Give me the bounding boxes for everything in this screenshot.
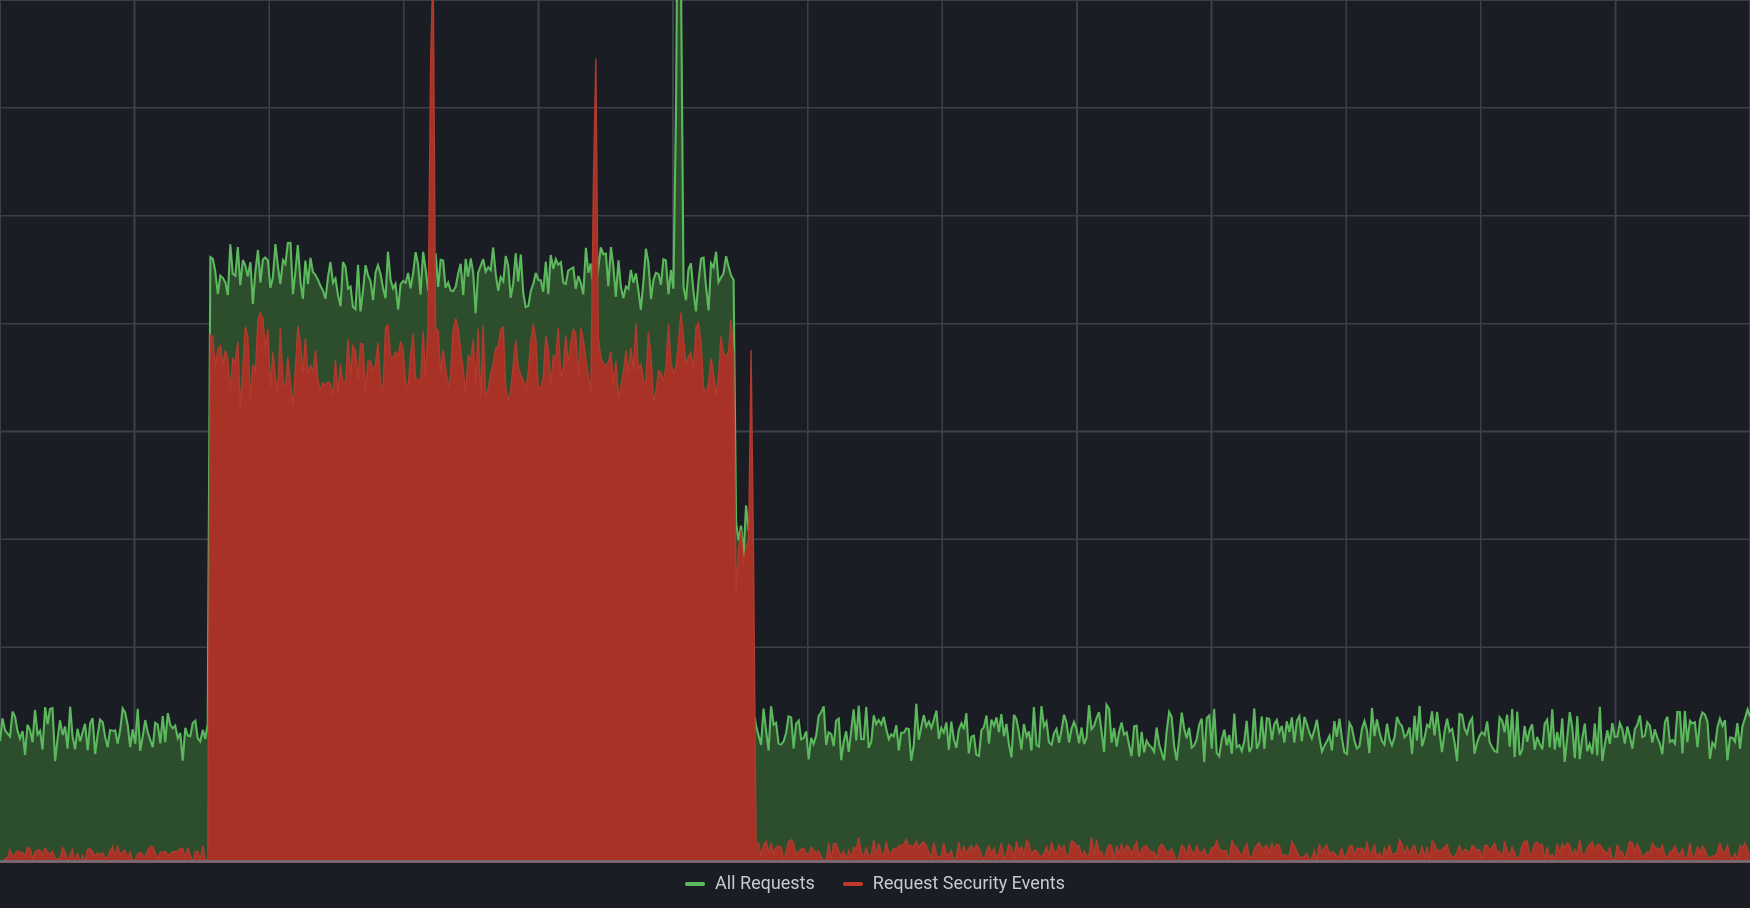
- legend-item-all-requests[interactable]: All Requests: [685, 873, 815, 894]
- legend-swatch-green: [685, 882, 705, 886]
- chart-container: All Requests Request Security Events: [0, 0, 1750, 908]
- legend-label-security-events: Request Security Events: [873, 873, 1065, 894]
- legend-item-security-events[interactable]: Request Security Events: [843, 873, 1065, 894]
- legend-swatch-red: [843, 882, 863, 886]
- plot-area[interactable]: [0, 0, 1750, 863]
- legend-label-all-requests: All Requests: [715, 873, 815, 894]
- legend: All Requests Request Security Events: [0, 863, 1750, 908]
- chart-svg: [0, 0, 1750, 863]
